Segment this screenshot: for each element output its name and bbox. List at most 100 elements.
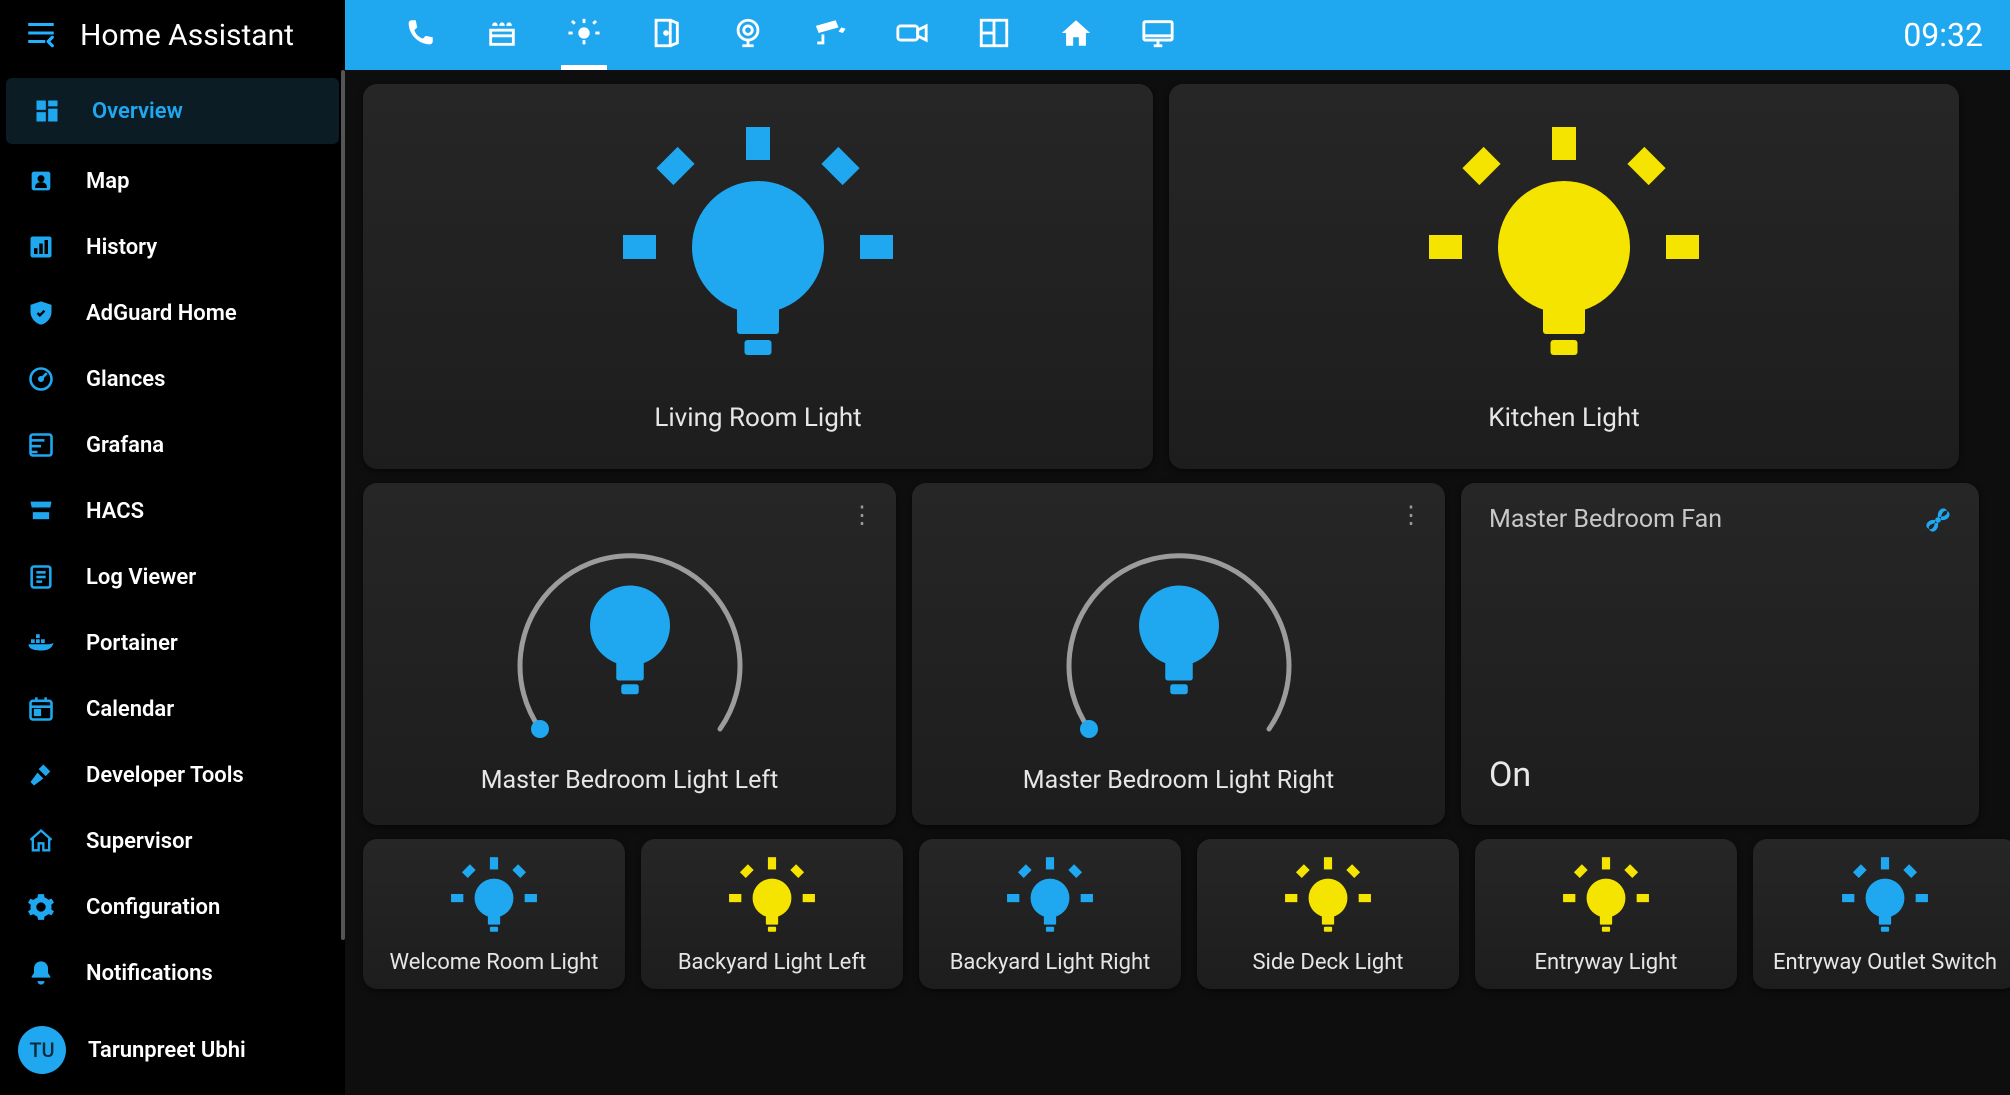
light-label: Kitchen Light [1488, 403, 1639, 433]
sidebar-item-supervisor[interactable]: Supervisor [0, 808, 345, 874]
light-card-kitchen[interactable]: Kitchen Light [1169, 84, 1959, 469]
hammer-icon [24, 761, 58, 789]
light-card-side-deck[interactable]: Side Deck Light [1197, 839, 1459, 989]
bulb-icon [565, 563, 695, 713]
tab-bar [369, 0, 1185, 70]
house-up-icon [24, 827, 58, 855]
light-label: Entryway Outlet Switch [1753, 950, 2010, 975]
tab-panel[interactable] [967, 0, 1021, 70]
sidebar-items: Overview Map History AdGuard Home Glance… [0, 70, 345, 1005]
light-card-entryway[interactable]: Entryway Light [1475, 839, 1737, 989]
gauge-icon [24, 365, 58, 393]
climate-icon [485, 16, 519, 54]
sidebar-item-logviewer[interactable]: Log Viewer [0, 544, 345, 610]
fan-title: Master Bedroom Fan [1489, 505, 1722, 534]
tab-door[interactable] [639, 0, 693, 70]
light-card-master-right[interactable]: ⋮ Master Bedroom Light Right [912, 483, 1445, 825]
monitor-icon [1141, 16, 1175, 54]
light-card-entryway-outlet[interactable]: Entryway Outlet Switch [1753, 839, 2010, 989]
bulb-icon [995, 849, 1105, 941]
sidebar-item-grafana[interactable]: Grafana [0, 412, 345, 478]
row-big: Living Room Light Kitchen Light [363, 84, 2010, 469]
sidebar-item-map[interactable]: Map [0, 148, 345, 214]
fan-card-master-bedroom[interactable]: Master Bedroom Fan On [1461, 483, 1979, 825]
sidebar-item-glances[interactable]: Glances [0, 346, 345, 412]
sidebar-item-label: Glances [86, 367, 165, 392]
more-menu-icon[interactable]: ⋮ [850, 501, 874, 529]
shield-icon [24, 299, 58, 327]
home-icon [1059, 16, 1093, 54]
sidebar-item-notifications[interactable]: Notifications [0, 940, 345, 1005]
tab-lights[interactable] [557, 0, 611, 70]
tab-cctv[interactable] [803, 0, 857, 70]
more-menu-icon[interactable]: ⋮ [1399, 501, 1423, 529]
bulb-icon [439, 849, 549, 941]
bulb-icon [1409, 112, 1719, 382]
light-card-living-room[interactable]: Living Room Light [363, 84, 1153, 469]
bulb-icon [1830, 849, 1940, 941]
light-card-backyard-left[interactable]: Backyard Light Left [641, 839, 903, 989]
bulb-icon [1273, 849, 1383, 941]
log-icon [24, 563, 58, 591]
fan-state: On [1489, 755, 1531, 795]
sidebar-item-portainer[interactable]: Portainer [0, 610, 345, 676]
webcam-icon [731, 16, 765, 54]
sidebar-item-history[interactable]: History [0, 214, 345, 280]
light-label: Backyard Light Right [919, 950, 1181, 975]
light-card-backyard-right[interactable]: Backyard Light Right [919, 839, 1181, 989]
tab-home[interactable] [1049, 0, 1103, 70]
calendar-icon [24, 695, 58, 723]
bulb-icon [1551, 849, 1661, 941]
bulb-icon [1114, 563, 1244, 713]
sidebar-item-label: Grafana [86, 433, 164, 458]
tab-monitor[interactable] [1131, 0, 1185, 70]
row-small: Welcome Room Light Backyard Light Left B… [363, 839, 2010, 989]
sidebar-item-label: Notifications [86, 961, 213, 986]
sidebar-user[interactable]: TU Tarunpreet Ubhi [0, 1005, 345, 1095]
brightness-dial[interactable] [1029, 519, 1329, 759]
sidebar-item-adguard[interactable]: AdGuard Home [0, 280, 345, 346]
sidebar-item-label: Configuration [86, 895, 220, 920]
brightness-dial[interactable] [480, 519, 780, 759]
docker-icon [24, 628, 58, 658]
row-mid: ⋮ Master Bedroom Light Left ⋮ [363, 483, 2010, 825]
sidebar-item-configuration[interactable]: Configuration [0, 874, 345, 940]
tab-video[interactable] [885, 0, 939, 70]
light-card-welcome-room[interactable]: Welcome Room Light [363, 839, 625, 989]
sidebar-item-label: Developer Tools [86, 763, 244, 788]
topbar: 09:32 [345, 0, 2010, 70]
gear-icon [24, 893, 58, 921]
light-label: Backyard Light Left [641, 950, 903, 975]
sidebar-item-label: AdGuard Home [86, 301, 237, 326]
clock: 09:32 [1903, 16, 1983, 54]
sidebar-item-label: Supervisor [86, 829, 192, 854]
light-label: Living Room Light [654, 403, 861, 433]
door-icon [649, 16, 683, 54]
sidebar: Home Assistant Overview Map History A [0, 0, 345, 1095]
grafana-icon [24, 431, 58, 459]
history-icon [24, 233, 58, 261]
bulb-icon [567, 16, 601, 54]
phone-icon [403, 16, 437, 54]
light-card-master-left[interactable]: ⋮ Master Bedroom Light Left [363, 483, 896, 825]
store-icon [24, 497, 58, 525]
sidebar-item-overview[interactable]: Overview [6, 78, 339, 144]
sidebar-item-devtools[interactable]: Developer Tools [0, 742, 345, 808]
tab-phone[interactable] [393, 0, 447, 70]
sidebar-item-label: Overview [92, 99, 183, 124]
sidebar-item-label: Portainer [86, 631, 178, 656]
panel-icon [977, 16, 1011, 54]
sidebar-item-hacs[interactable]: HACS [0, 478, 345, 544]
map-icon [24, 167, 58, 195]
sidebar-item-label: Map [86, 169, 129, 194]
user-name: Tarunpreet Ubhi [88, 1038, 246, 1063]
light-label: Side Deck Light [1197, 950, 1459, 975]
tab-climate[interactable] [475, 0, 529, 70]
menu-toggle-icon[interactable] [24, 16, 58, 54]
tab-webcam[interactable] [721, 0, 775, 70]
sidebar-item-label: HACS [86, 499, 144, 524]
avatar: TU [18, 1026, 66, 1074]
sidebar-item-calendar[interactable]: Calendar [0, 676, 345, 742]
light-label: Welcome Room Light [363, 950, 625, 975]
bulb-icon [717, 849, 827, 941]
